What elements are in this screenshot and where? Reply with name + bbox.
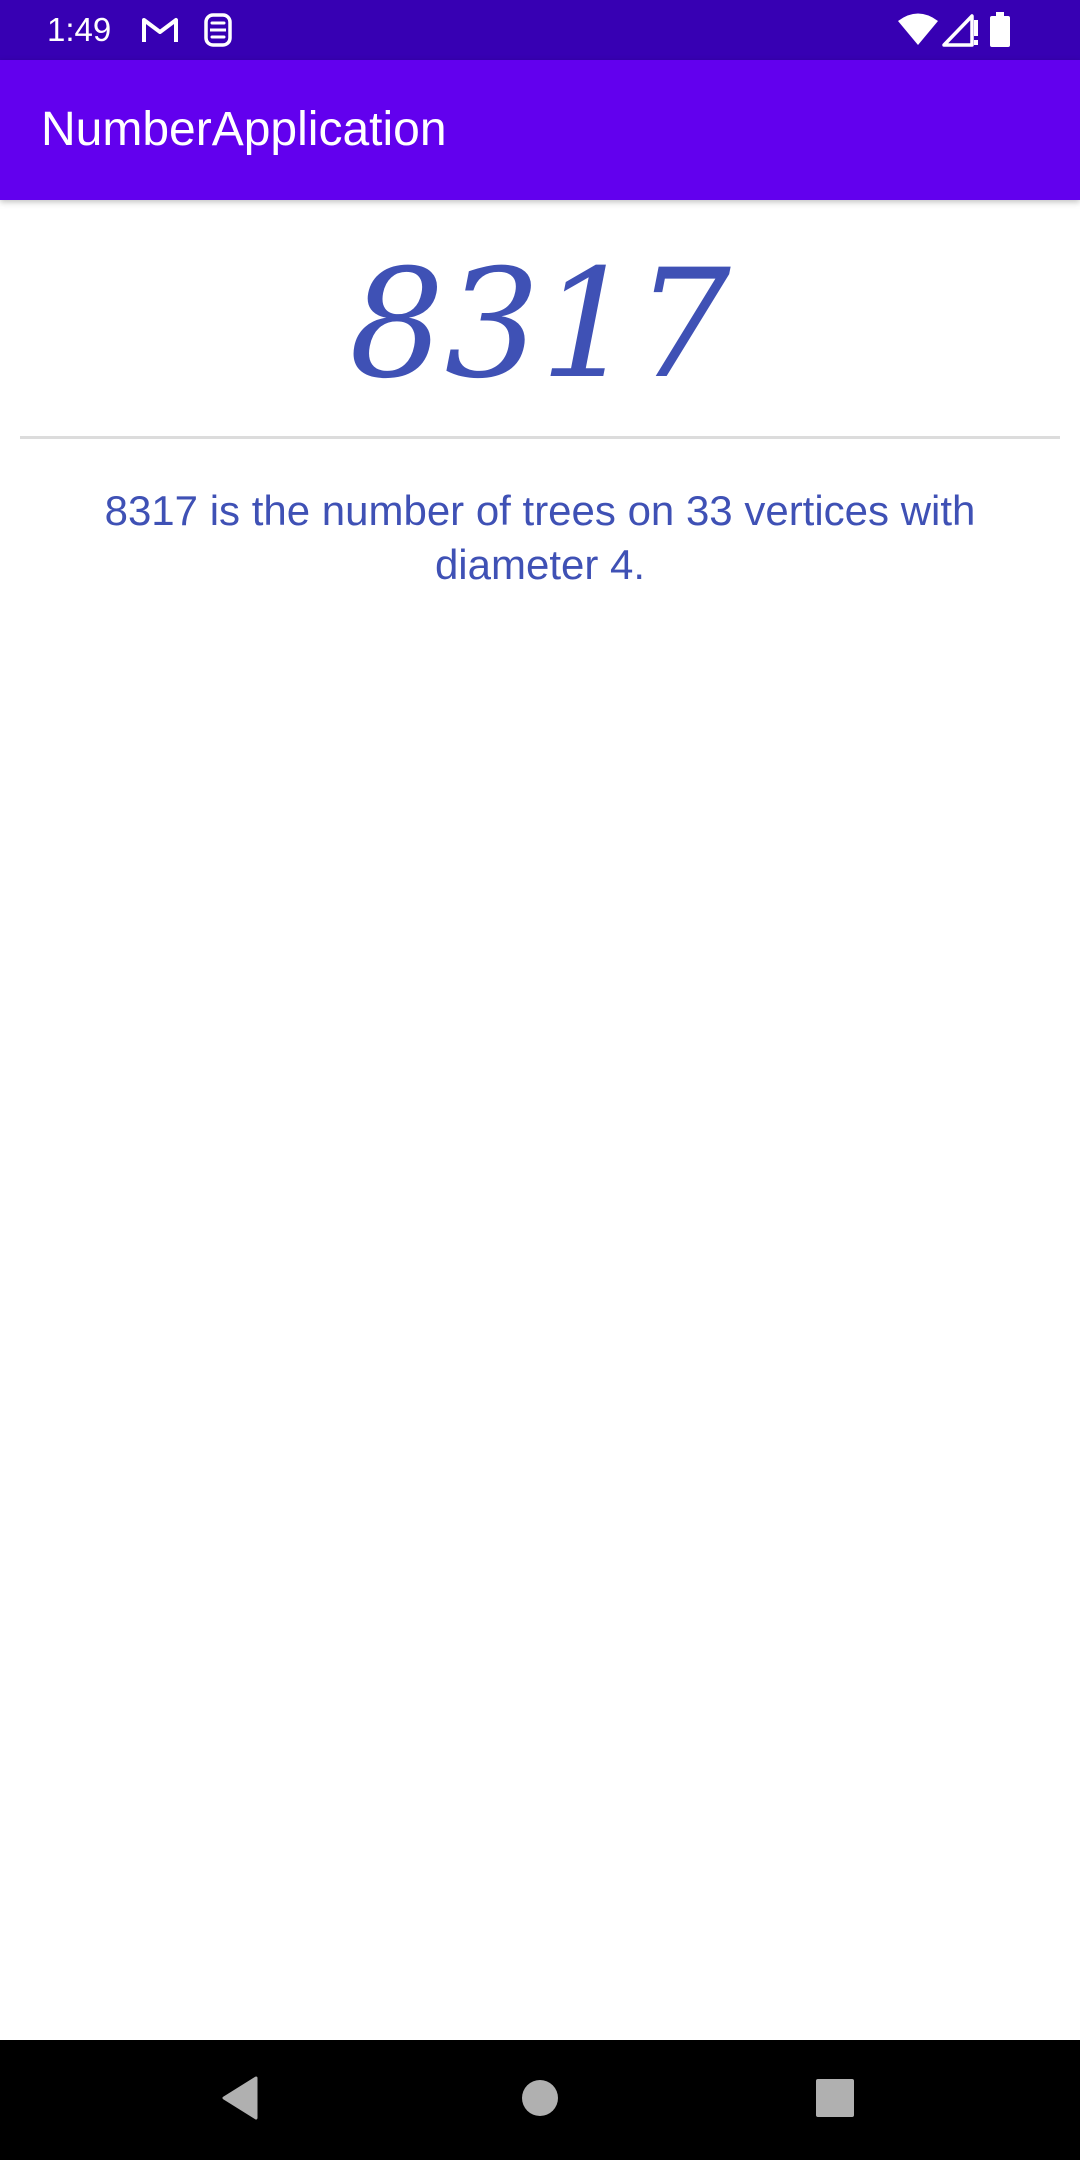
- sim-storage-icon: [198, 12, 238, 48]
- divider: [20, 436, 1060, 439]
- wifi-icon: [896, 12, 940, 48]
- cellular-signal-icon: [942, 12, 982, 48]
- home-button[interactable]: [500, 2060, 580, 2140]
- battery-icon: [988, 12, 1012, 48]
- recents-icon: [815, 2078, 855, 2123]
- status-bar: 1:49: [0, 0, 1080, 60]
- number-display: 8317: [349, 238, 731, 412]
- navigation-bar: [0, 2040, 1080, 2160]
- gmail-icon: [140, 12, 180, 48]
- home-icon: [520, 2078, 560, 2123]
- recents-button[interactable]: [795, 2060, 875, 2140]
- number-description: 8317 is the number of trees on 33 vertic…: [104, 487, 976, 588]
- back-button[interactable]: [200, 2060, 280, 2140]
- app-bar: NumberApplication: [0, 60, 1080, 200]
- app-title: NumberApplication: [41, 103, 447, 156]
- status-time: 1:49: [47, 11, 112, 48]
- back-icon: [218, 2074, 262, 2127]
